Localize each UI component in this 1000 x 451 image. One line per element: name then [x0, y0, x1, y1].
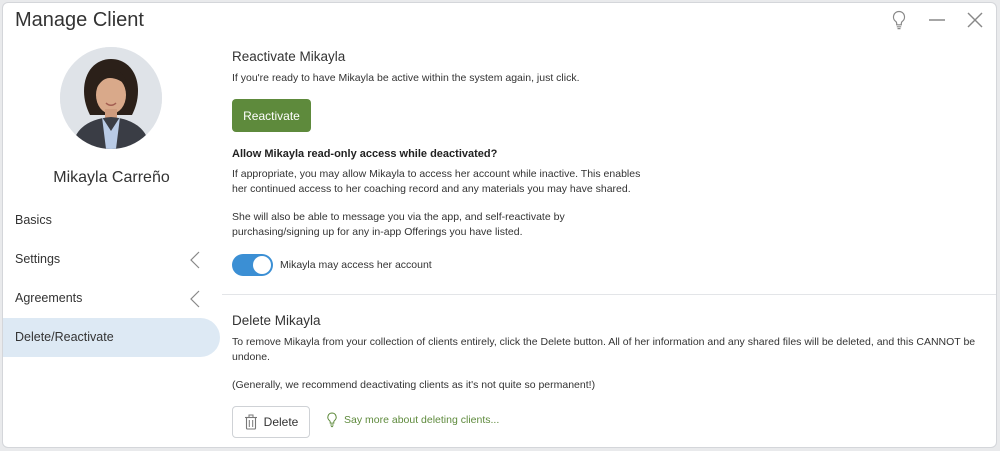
readonly-message-line1: She will also be able to message you via… — [232, 211, 565, 223]
close-icon[interactable] — [964, 9, 986, 31]
chevron-left-icon — [190, 251, 200, 269]
delete-note: (Generally, we recommend deactivating cl… — [232, 379, 596, 391]
delete-help-link[interactable]: Say more about deleting clients... — [326, 412, 499, 428]
manage-client-window: Manage Client Mikayla Carreño Basics Set… — [2, 2, 997, 448]
sidebar-item-label: Basics — [15, 213, 52, 227]
delete-button-label: Delete — [263, 415, 299, 429]
sidebar-item-settings[interactable]: Settings — [3, 240, 220, 279]
sidebar-nav: Basics Settings Agreements Delete/Reacti… — [3, 201, 220, 357]
sidebar-item-basics[interactable]: Basics — [3, 201, 220, 240]
access-toggle[interactable] — [232, 254, 273, 276]
delete-paragraph-line2: undone. — [232, 351, 270, 363]
readonly-paragraph-line2: her continued access to her coaching rec… — [232, 183, 631, 195]
sidebar-item-delete-reactivate[interactable]: Delete/Reactivate — [3, 318, 220, 357]
sidebar-item-label: Delete/Reactivate — [15, 330, 114, 344]
sidebar: Mikayla Carreño Basics Settings Agreemen… — [3, 37, 220, 447]
lightbulb-icon — [327, 412, 337, 428]
client-name: Mikayla Carreño — [53, 169, 170, 186]
reactivate-description: If you're ready to have Mikayla be activ… — [232, 72, 580, 84]
section-divider — [222, 294, 996, 295]
delete-help-link-label: Say more about deleting clients... — [344, 414, 500, 426]
readonly-paragraph-line1: If appropriate, you may allow Mikayla to… — [232, 168, 641, 180]
readonly-heading: Allow Mikayla read-only access while dea… — [232, 148, 498, 160]
readonly-message-line2: purchasing/signing up for any in-app Off… — [232, 226, 523, 238]
access-toggle-label: Mikayla may access her account — [280, 259, 432, 271]
delete-button[interactable]: Delete — [232, 406, 310, 438]
avatar — [60, 47, 162, 149]
delete-paragraph-line1: To remove Mikayla from your collection o… — [232, 336, 976, 348]
sidebar-item-label: Agreements — [15, 291, 83, 305]
reactivate-heading: Reactivate Mikayla — [232, 49, 346, 64]
sidebar-item-label: Settings — [15, 252, 61, 266]
minimize-icon[interactable] — [926, 9, 948, 31]
reactivate-button[interactable]: Reactivate — [232, 99, 311, 132]
window-title: Manage Client — [15, 9, 144, 31]
trash-icon — [244, 414, 257, 430]
sidebar-item-agreements[interactable]: Agreements — [3, 279, 220, 318]
lightbulb-icon[interactable] — [888, 9, 910, 31]
chevron-left-icon — [190, 290, 200, 308]
toggle-knob — [253, 256, 271, 274]
window-controls — [888, 9, 986, 31]
delete-heading: Delete Mikayla — [232, 313, 321, 328]
